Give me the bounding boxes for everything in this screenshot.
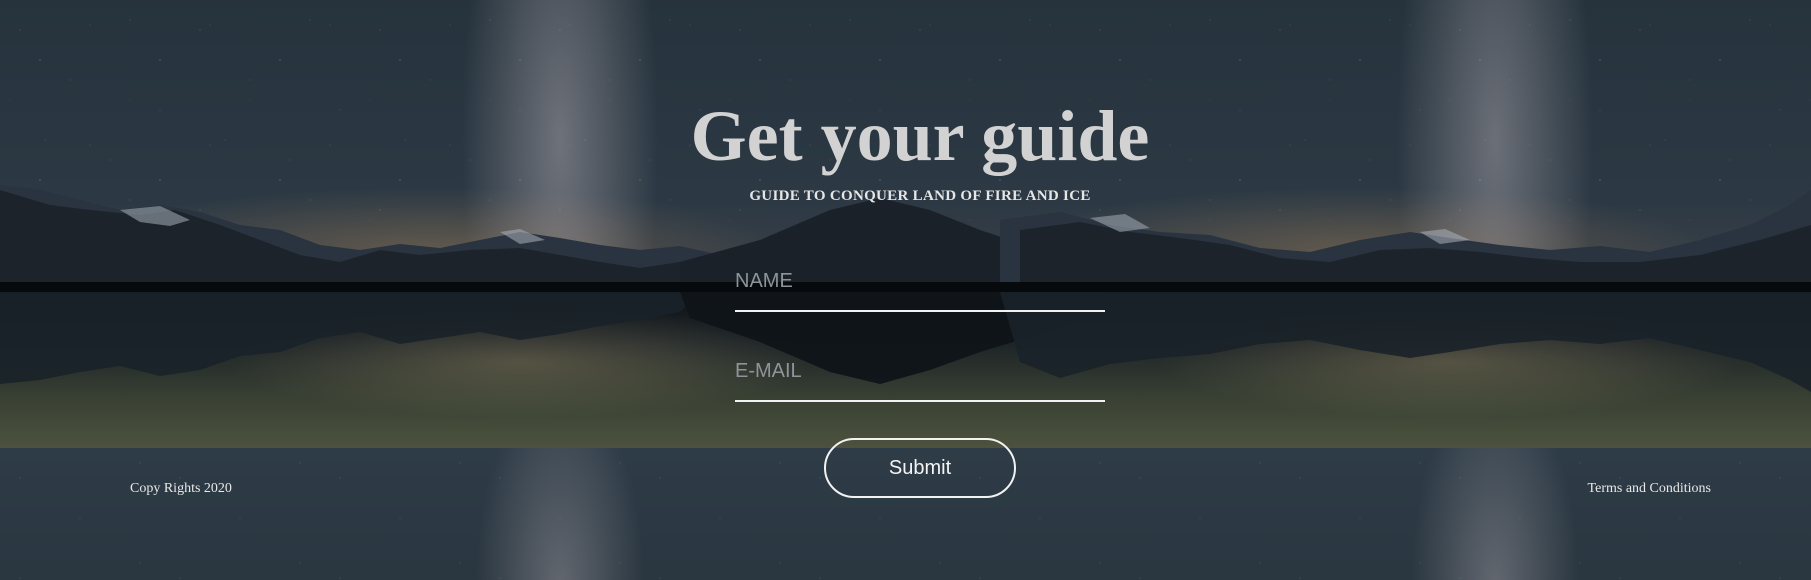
reflection-right: [1000, 292, 1811, 392]
page-subtitle: GUIDE TO CONQUER LAND OF FIRE AND ICE: [749, 188, 1091, 204]
email-input[interactable]: [735, 352, 1105, 402]
terms-link[interactable]: Terms and Conditions: [1588, 481, 1711, 497]
name-input[interactable]: [735, 262, 1105, 312]
page-title: Get your guide: [690, 96, 1150, 176]
reflection-left: [0, 292, 700, 384]
copyright-text: Copy Rights 2020: [130, 481, 232, 496]
submit-button[interactable]: Submit: [824, 438, 1016, 498]
